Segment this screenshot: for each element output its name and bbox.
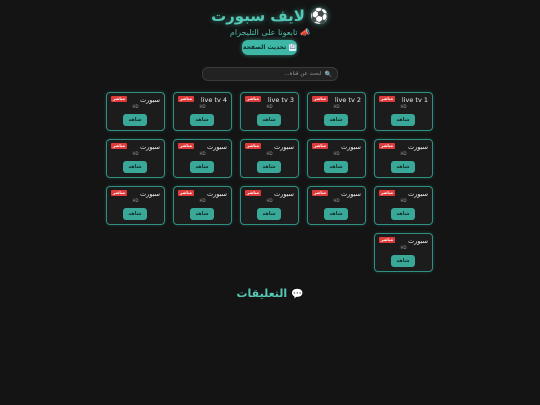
channel-quality: HD — [132, 151, 139, 156]
live-badge: مباشر — [312, 143, 329, 149]
channel-quality: HD — [266, 104, 273, 109]
channel-card: سبورت مباشر HD شاهد — [173, 186, 232, 225]
live-badge: مباشر — [111, 190, 128, 196]
channel-quality: HD — [400, 104, 407, 109]
watch-button[interactable]: شاهد — [257, 161, 281, 173]
channel-name: live tv 3 — [267, 96, 294, 104]
refresh-page-button[interactable]: 🔄 تحديث الصفحة — [242, 40, 297, 55]
channel-name: live tv 4 — [200, 96, 227, 104]
watch-button[interactable]: شاهد — [257, 208, 281, 220]
watch-button[interactable]: شاهد — [123, 114, 147, 126]
channel-name: سبورت — [407, 237, 428, 245]
watch-button[interactable]: شاهد — [123, 161, 147, 173]
channel-name: سبورت — [340, 143, 361, 151]
channel-name: سبورت — [139, 190, 160, 198]
watch-button[interactable]: شاهد — [391, 255, 415, 267]
channel-quality: HD — [400, 198, 407, 203]
telegram-link[interactable]: 📣 تابعونا على التليجرام — [0, 27, 540, 38]
channel-card: سبورت مباشر HD شاهد — [307, 139, 366, 178]
watch-button[interactable]: شاهد — [391, 114, 415, 126]
channel-name: سبورت — [407, 190, 428, 198]
channel-card: live tv 2 مباشر HD شاهد — [307, 92, 366, 131]
refresh-page-label: تحديث الصفحة — [242, 44, 287, 51]
refresh-icon: 🔄 — [289, 44, 297, 51]
watch-button[interactable]: شاهد — [324, 208, 348, 220]
live-badge: مباشر — [245, 96, 262, 102]
live-badge: مباشر — [379, 96, 396, 102]
channel-card: سبورت مباشر HD شاهد — [307, 186, 366, 225]
live-badge: مباشر — [312, 190, 329, 196]
channel-card: سبورت مباشر HD شاهد — [173, 139, 232, 178]
live-badge: مباشر — [245, 190, 262, 196]
watch-button[interactable]: شاهد — [123, 208, 147, 220]
channel-name: سبورت — [340, 190, 361, 198]
soccer-ball-icon: ⚽ — [310, 7, 329, 25]
channel-name: سبورت — [206, 143, 227, 151]
speech-bubble-icon: 💬 — [291, 289, 304, 300]
channel-quality: HD — [132, 104, 139, 109]
watch-button[interactable]: شاهد — [391, 208, 415, 220]
live-badge: مباشر — [312, 96, 329, 102]
site-title: ⚽ لايف سبورت — [0, 6, 540, 26]
comments-heading: 💬 التعليقات — [0, 287, 540, 302]
channel-card: سبورت مباشر HD شاهد — [106, 186, 165, 225]
channel-quality: HD — [132, 198, 139, 203]
channel-quality: HD — [266, 198, 273, 203]
channel-card: live tv 3 مباشر HD شاهد — [240, 92, 299, 131]
channel-card: سبورت مباشر HD شاهد — [374, 139, 433, 178]
comments-title: التعليقات — [236, 287, 288, 300]
channel-quality: HD — [266, 151, 273, 156]
live-badge: مباشر — [111, 143, 128, 149]
page: ⚽ لايف سبورت 📣 تابعونا على التليجرام 🔄 ت… — [0, 0, 540, 405]
live-badge: مباشر — [178, 143, 195, 149]
watch-button[interactable]: شاهد — [190, 114, 214, 126]
watch-button[interactable]: شاهد — [190, 208, 214, 220]
channel-quality: HD — [199, 104, 206, 109]
live-badge: مباشر — [379, 237, 396, 243]
channel-quality: HD — [333, 198, 340, 203]
telegram-link-text: تابعونا على التليجرام — [229, 28, 298, 37]
channel-card: سبورت مباشر HD شاهد — [106, 92, 165, 131]
live-badge: مباشر — [379, 190, 396, 196]
channel-name: سبورت — [273, 143, 294, 151]
watch-button[interactable]: شاهد — [324, 161, 348, 173]
channel-name: سبورت — [139, 96, 160, 104]
channel-name: سبورت — [139, 143, 160, 151]
channel-card: سبورت مباشر HD شاهد — [374, 233, 433, 272]
channel-card: سبورت مباشر HD شاهد — [240, 139, 299, 178]
search-icon: 🔍 — [324, 70, 332, 78]
channel-name: سبورت — [273, 190, 294, 198]
channel-quality: HD — [400, 245, 407, 250]
search-box: 🔍 — [202, 67, 338, 81]
channel-card: سبورت مباشر HD شاهد — [240, 186, 299, 225]
live-badge: مباشر — [245, 143, 262, 149]
channel-search-input[interactable] — [208, 71, 322, 77]
channel-quality: HD — [199, 151, 206, 156]
channel-name: live tv 1 — [401, 96, 428, 104]
channel-card: سبورت مباشر HD شاهد — [106, 139, 165, 178]
live-badge: مباشر — [178, 190, 195, 196]
channel-quality: HD — [199, 198, 206, 203]
live-badge: مباشر — [379, 143, 396, 149]
site-header: ⚽ لايف سبورت 📣 تابعونا على التليجرام — [0, 6, 540, 38]
channel-name: سبورت — [407, 143, 428, 151]
channel-quality: HD — [333, 104, 340, 109]
channel-grid: live tv 1 مباشر HD شاهد live tv 2 مباشر … — [106, 92, 433, 272]
channel-name: live tv 2 — [334, 96, 361, 104]
channel-card: live tv 4 مباشر HD شاهد — [173, 92, 232, 131]
watch-button[interactable]: شاهد — [190, 161, 214, 173]
channel-card: live tv 1 مباشر HD شاهد — [374, 92, 433, 131]
site-title-text: لايف سبورت — [211, 7, 305, 25]
watch-button[interactable]: شاهد — [257, 114, 281, 126]
channel-quality: HD — [400, 151, 407, 156]
live-badge: مباشر — [178, 96, 195, 102]
live-badge: مباشر — [111, 96, 128, 102]
channel-quality: HD — [333, 151, 340, 156]
megaphone-icon: 📣 — [300, 28, 311, 37]
channel-card: سبورت مباشر HD شاهد — [374, 186, 433, 225]
watch-button[interactable]: شاهد — [391, 161, 415, 173]
channel-name: سبورت — [206, 190, 227, 198]
watch-button[interactable]: شاهد — [324, 114, 348, 126]
